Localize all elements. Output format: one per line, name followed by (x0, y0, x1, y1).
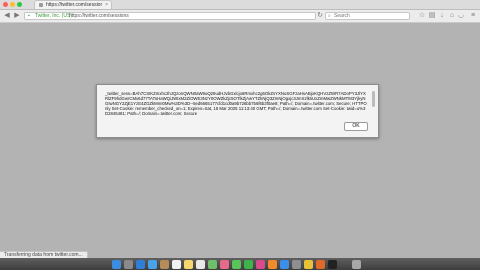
alert-dialog: _twitter_sess=BAh7CSIKZmxhc2hJQzonQWN0aW… (96, 84, 379, 138)
appstore-icon[interactable] (280, 260, 289, 269)
bookmark-star-icon[interactable]: ☆ (418, 12, 426, 20)
ibooks-icon[interactable] (268, 260, 277, 269)
itunes-icon[interactable] (256, 260, 265, 269)
chrome-icon[interactable] (304, 260, 313, 269)
lock-icon: ▪ (28, 13, 30, 19)
alert-scrollbar[interactable] (372, 91, 375, 107)
calendar-icon[interactable] (172, 260, 181, 269)
tab-label: https://twitter.com/sessions (46, 2, 102, 8)
firefox-icon[interactable] (316, 260, 325, 269)
facetime-icon[interactable] (244, 260, 253, 269)
tab-strip: https://twitter.com/sessions × (0, 0, 480, 10)
dock (0, 258, 480, 270)
preferences-icon[interactable] (292, 260, 301, 269)
forward-icon[interactable]: ▶ (13, 12, 21, 20)
back-icon[interactable]: ◀ (3, 12, 11, 20)
close-window-button[interactable] (3, 2, 8, 7)
browser-tab[interactable]: https://twitter.com/sessions × (34, 0, 112, 9)
ok-button[interactable]: OK (344, 122, 368, 131)
launchpad-icon[interactable] (124, 260, 133, 269)
minimize-window-button[interactable] (10, 2, 15, 7)
messages-icon[interactable] (232, 260, 241, 269)
tab-close-icon[interactable]: × (105, 2, 108, 8)
search-input[interactable] (334, 13, 408, 19)
menu-icon[interactable]: ≡ (469, 12, 477, 20)
page-favicon-icon (39, 3, 43, 7)
url-text[interactable]: https://twitter.com/sessions (69, 13, 129, 20)
alert-message: _twitter_sess=BAh7CSIKZmxhc2hJQzonQWN0aW… (105, 91, 367, 116)
terminal-icon[interactable] (328, 260, 337, 269)
address-bar[interactable]: ▪ Twitter, Inc. (US) https://twitter.com… (24, 12, 316, 20)
site-identity[interactable]: Twitter, Inc. (US) (35, 13, 72, 20)
downloads-icon[interactable]: ↓ (438, 12, 446, 20)
reload-icon[interactable]: ↻ (316, 12, 324, 20)
page-content (0, 23, 480, 258)
mail-icon[interactable] (148, 260, 157, 269)
zoom-window-button[interactable] (17, 2, 22, 7)
safari-icon[interactable] (136, 260, 145, 269)
photos-icon[interactable] (220, 260, 229, 269)
search-box[interactable]: ⌕ (325, 12, 410, 20)
maps-icon[interactable] (208, 260, 217, 269)
pocket-icon[interactable]: ◡ (457, 12, 465, 20)
browser-toolbar: ◀ ▶ ▪ Twitter, Inc. (US) https://twitter… (0, 10, 480, 23)
search-icon: ⌕ (328, 13, 331, 19)
finder-icon[interactable] (112, 260, 121, 269)
notes-icon[interactable] (184, 260, 193, 269)
contacts-icon[interactable] (160, 260, 169, 269)
reading-list-icon[interactable]: ▤ (428, 12, 436, 20)
reminders-icon[interactable] (196, 260, 205, 269)
home-icon[interactable]: ⌂ (448, 12, 456, 20)
trash-icon[interactable] (352, 260, 361, 269)
